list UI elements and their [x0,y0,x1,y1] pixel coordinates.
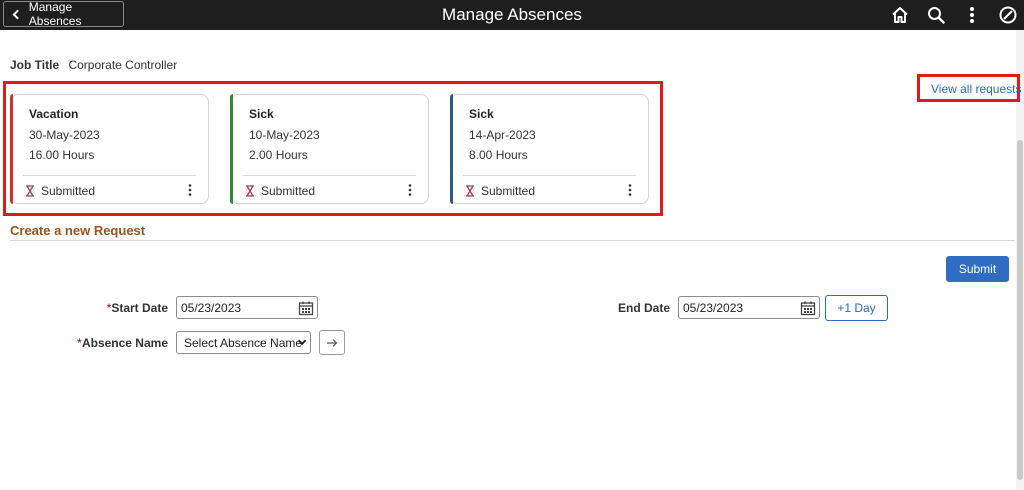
hourglass-icon [26,185,34,197]
search-icon[interactable] [925,4,947,26]
end-date-field[interactable]: 05/23/2023 [678,296,820,319]
card-status: Submitted [465,184,535,198]
card-color-stripe [10,94,13,204]
card-more-icon[interactable] [186,183,194,197]
end-date-label: End Date [617,301,670,315]
view-all-requests-link[interactable]: View all requests [931,82,1022,96]
section-heading: Create a new Request [10,223,146,238]
scrollbar-thumb[interactable] [1017,140,1023,480]
section-divider [10,240,1015,241]
submit-button[interactable]: Submit [946,256,1009,282]
card-more-icon[interactable] [406,183,414,197]
job-title-row: Job Title Corporate Controller [10,58,177,72]
start-date-label: *Start Date [106,301,168,315]
card-status: Submitted [25,184,95,198]
navbar-icon[interactable] [997,4,1019,26]
card-absence-type: Sick [249,107,274,121]
home-icon[interactable] [889,4,911,26]
card-more-icon[interactable] [626,183,634,197]
hourglass-icon [466,185,474,197]
top-navigation-bar: Manage Absences Manage Absences [0,0,1024,30]
card-date: 14-Apr-2023 [469,128,536,142]
absence-name-value: Select Absence Name [184,335,303,350]
card-date: 10-May-2023 [249,128,320,142]
card-absence-type: Sick [469,107,494,121]
card-divider [243,175,416,176]
arrow-right-icon [327,338,338,347]
go-arrow-button[interactable] [319,330,345,355]
request-card[interactable]: Vacation 30-May-2023 16.00 Hours Submitt… [10,94,209,204]
calendar-icon[interactable] [298,300,314,316]
request-card[interactable]: Sick 10-May-2023 2.00 Hours Submitted [230,94,429,204]
card-status: Submitted [245,184,315,198]
card-status-label: Submitted [261,184,316,198]
plus-one-day-button[interactable]: +1 Day [825,295,888,321]
absence-name-label: *Absence Name [77,336,168,350]
hourglass-icon [246,185,254,197]
end-date-value: 05/23/2023 [683,300,744,315]
card-hours: 2.00 Hours [249,148,308,162]
card-hours: 16.00 Hours [29,148,95,162]
page-title: Manage Absences [442,5,582,24]
job-title-label: Job Title [10,58,60,72]
card-date: 30-May-2023 [29,128,100,142]
more-vertical-icon[interactable] [961,4,983,26]
card-divider [23,175,196,176]
start-date-value: 05/23/2023 [181,300,242,315]
job-title-value: Corporate Controller [68,58,178,72]
start-date-field[interactable]: 05/23/2023 [176,296,318,319]
card-hours: 8.00 Hours [469,148,528,162]
card-divider [463,175,636,176]
calendar-icon[interactable] [800,300,816,316]
card-status-label: Submitted [41,184,96,198]
card-color-stripe [450,94,453,204]
card-color-stripe [230,94,233,204]
request-card[interactable]: Sick 14-Apr-2023 8.00 Hours Submitted [450,94,649,204]
absence-name-select[interactable]: Select Absence Name [176,331,311,354]
card-status-label: Submitted [481,184,536,198]
card-absence-type: Vacation [29,107,79,121]
